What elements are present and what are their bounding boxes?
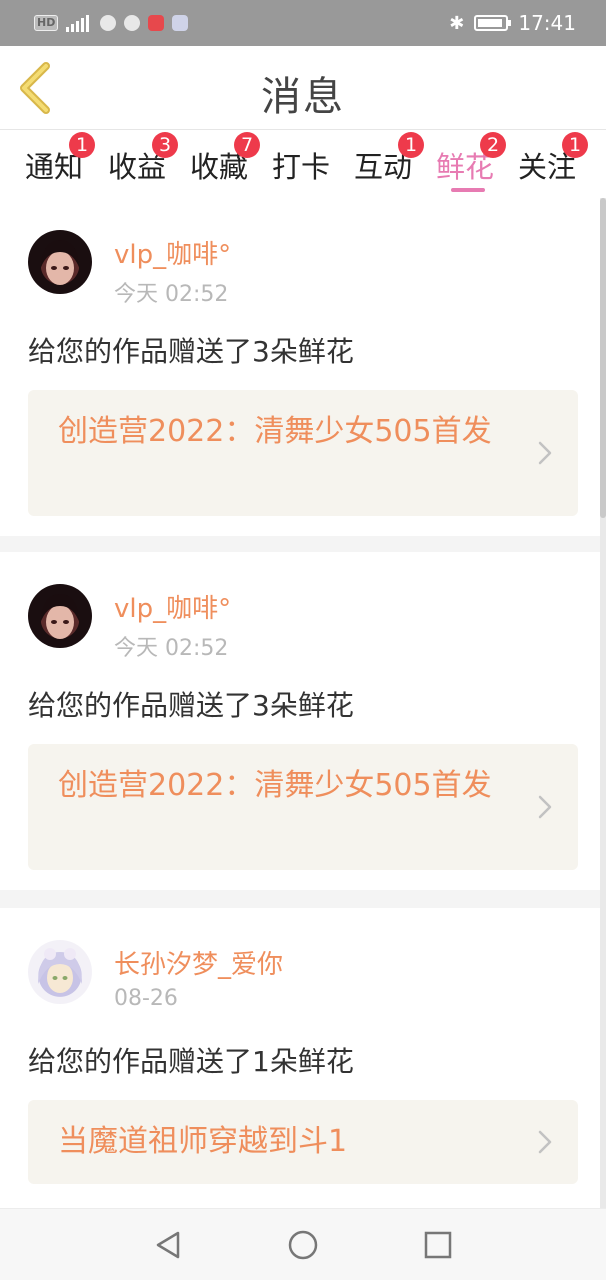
battery-icon xyxy=(474,15,512,31)
nav-recents-button[interactable] xyxy=(422,1229,454,1261)
username[interactable]: vlp_咖啡° xyxy=(114,234,231,271)
circle-home-icon xyxy=(288,1230,318,1260)
app-header: 消息 xyxy=(0,46,606,130)
unread-badge: 7 xyxy=(234,132,261,158)
hd-indicator: HD xyxy=(34,15,59,31)
status-bar: HD ✱ 17:41 xyxy=(0,0,606,46)
nav-home-button[interactable] xyxy=(287,1229,319,1261)
work-link[interactable]: 创造营2022：清舞少女505首发 xyxy=(28,744,578,870)
bluetooth-icon: ✱ xyxy=(449,12,465,34)
chevron-right-icon xyxy=(538,441,552,465)
tab-favorites[interactable]: 收藏 7 xyxy=(190,132,261,186)
list-item: vlp_咖啡° 今天 02:52 给您的作品赠送了3朵鲜花 创造营2022：清舞… xyxy=(0,198,606,536)
message-tabs: 通知 1 收益 3 收藏 7 打卡 互动 1 鲜花 2 关注 1 xyxy=(0,130,606,198)
signal-icon xyxy=(66,14,92,32)
work-link[interactable]: 创造营2022：清舞少女505首发 xyxy=(28,390,578,516)
message-text: 给您的作品赠送了3朵鲜花 xyxy=(28,335,354,368)
avatar[interactable] xyxy=(28,584,92,648)
list-item: 长孙汐梦_爱你 08-26 给您的作品赠送了1朵鲜花 当魔道祖师穿越到斗1 xyxy=(0,908,606,1208)
chevron-right-icon xyxy=(538,1130,552,1154)
work-link[interactable]: 当魔道祖师穿越到斗1 xyxy=(28,1100,578,1184)
username[interactable]: 长孙汐梦_爱你 xyxy=(114,944,283,981)
chevron-right-icon xyxy=(538,795,552,819)
shield-app-icon xyxy=(172,15,189,31)
tab-notifications[interactable]: 通知 1 xyxy=(25,132,96,186)
scrollbar[interactable] xyxy=(600,198,606,1208)
avatar[interactable] xyxy=(28,940,92,1004)
nav-back-button[interactable] xyxy=(152,1229,184,1261)
status-icons-left: HD xyxy=(34,12,189,34)
system-nav-bar xyxy=(0,1208,606,1280)
tab-follows[interactable]: 关注 1 xyxy=(518,132,589,186)
message-time: 今天 02:52 xyxy=(114,636,229,661)
unread-badge: 2 xyxy=(480,132,507,158)
work-title: 创造营2022：清舞少女505首发 xyxy=(58,768,492,803)
square-recents-icon xyxy=(424,1231,452,1259)
notification-bulb-icon xyxy=(100,15,117,31)
message-text: 给您的作品赠送了3朵鲜花 xyxy=(28,689,354,722)
tab-interactions[interactable]: 互动 1 xyxy=(354,132,425,186)
triangle-back-icon xyxy=(156,1231,180,1259)
message-time: 今天 02:52 xyxy=(114,282,229,307)
work-title: 创造营2022：清舞少女505首发 xyxy=(58,414,492,449)
username[interactable]: vlp_咖啡° xyxy=(114,588,231,625)
unread-badge: 1 xyxy=(562,132,589,158)
tab-checkin[interactable]: 打卡 xyxy=(272,144,330,186)
tab-label: 打卡 xyxy=(272,150,331,184)
tab-earnings[interactable]: 收益 3 xyxy=(108,132,179,186)
unread-badge: 3 xyxy=(152,132,179,158)
unread-badge: 1 xyxy=(69,132,96,158)
active-tab-indicator xyxy=(451,188,485,192)
avatar[interactable] xyxy=(28,230,92,294)
list-item: vlp_咖啡° 今天 02:52 给您的作品赠送了3朵鲜花 创造营2022：清舞… xyxy=(0,552,606,890)
page-title: 消息 xyxy=(261,74,345,120)
message-text: 给您的作品赠送了1朵鲜花 xyxy=(28,1045,354,1078)
work-title: 当魔道祖师穿越到斗1 xyxy=(58,1124,348,1159)
unread-badge: 1 xyxy=(398,132,425,158)
status-icons-right: ✱ 17:41 xyxy=(449,10,576,36)
wechat-icon xyxy=(124,15,141,31)
message-time: 08-26 xyxy=(114,986,178,1011)
app-notification-icon xyxy=(148,15,165,31)
tab-flowers[interactable]: 鲜花 2 xyxy=(436,132,507,186)
status-time: 17:41 xyxy=(518,11,576,35)
scrollbar-thumb[interactable] xyxy=(600,198,606,518)
